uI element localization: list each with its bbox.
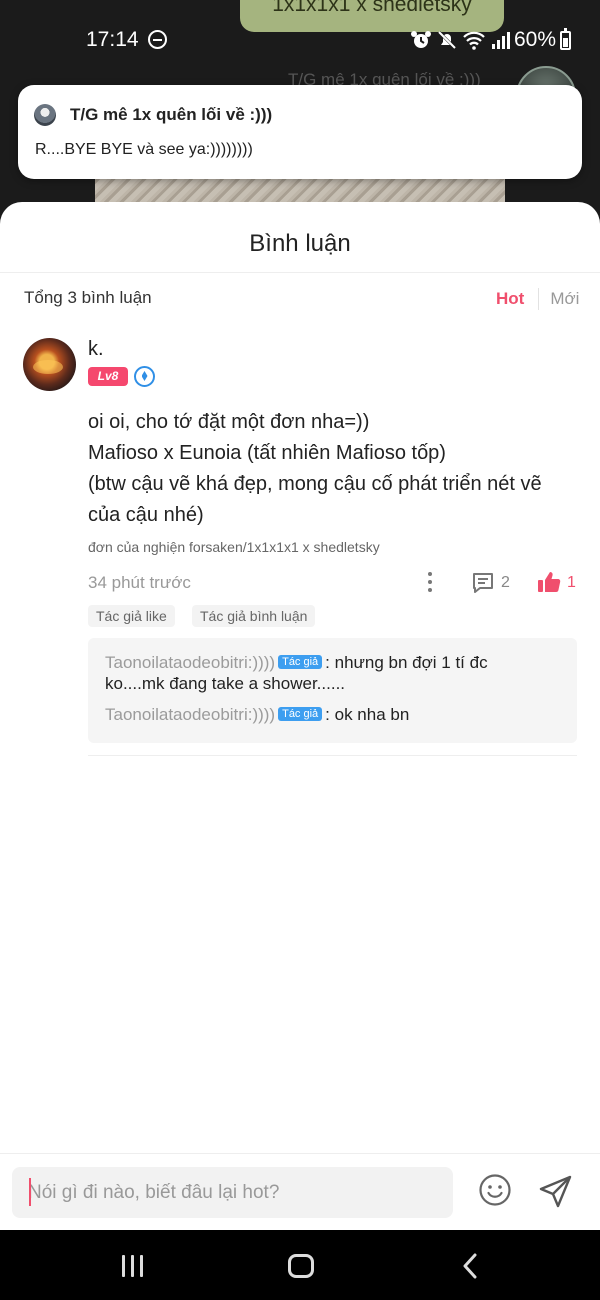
battery-percent: 60% bbox=[514, 28, 557, 51]
notification-banner[interactable]: T/G mê 1x quên lối về :))) R....BYE BYE … bbox=[18, 85, 582, 179]
status-time: 17:14 bbox=[86, 28, 139, 51]
wifi-icon bbox=[463, 31, 485, 50]
comment-line: oi oi, cho tớ đặt một đơn nha=)) bbox=[88, 411, 370, 433]
notification-body: R....BYE BYE và see ya:)))))))) bbox=[35, 141, 253, 158]
notification-title: T/G mê 1x quên lối về :))) bbox=[70, 105, 273, 124]
divider bbox=[0, 272, 600, 273]
nav-back-icon[interactable] bbox=[460, 1252, 480, 1280]
battery-icon bbox=[560, 28, 571, 50]
signal-icon bbox=[492, 32, 510, 49]
status-icons bbox=[410, 28, 512, 52]
avatar[interactable] bbox=[23, 338, 76, 391]
tag-author-liked: Tác giả like bbox=[88, 605, 175, 627]
author-badge: Tác giả bbox=[278, 655, 323, 669]
comment-total: Tổng 3 bình luận bbox=[24, 288, 152, 307]
comment-input[interactable] bbox=[12, 1167, 453, 1218]
reply-text-cont: ko....mk đang take a shower...... bbox=[105, 674, 346, 693]
sort-hot-button[interactable]: Hot bbox=[496, 289, 524, 309]
comment-line: Mafioso x Eunoia (tất nhiên Mafioso tốp) bbox=[88, 442, 446, 464]
nav-home-icon[interactable] bbox=[288, 1254, 314, 1278]
reply-username[interactable]: Taonoilataodeobitri:)))) bbox=[105, 653, 275, 672]
sheet-title: Bình luận bbox=[249, 230, 351, 257]
reply-text: : ok nha bn bbox=[325, 705, 410, 724]
reply-username[interactable]: Taonoilataodeobitri:)))) bbox=[105, 705, 275, 724]
comment-text: oi oi, cho tớ đặt một đơn nha=)) Mafioso… bbox=[88, 407, 578, 531]
system-nav-bar bbox=[0, 1230, 600, 1300]
comment-username[interactable]: k. bbox=[88, 338, 104, 361]
notification-avatar bbox=[34, 104, 56, 126]
mute-icon bbox=[437, 30, 457, 50]
divider bbox=[0, 1153, 600, 1154]
like-icon[interactable] bbox=[536, 569, 562, 595]
comments-sheet: Bình luận Tổng 3 bình luận Hot Mới k. Lv… bbox=[0, 202, 600, 1230]
divider bbox=[88, 755, 577, 756]
text-caret bbox=[29, 1178, 31, 1206]
replies-box[interactable]: Taonoilataodeobitri:)))) Tác giả: nhưng b… bbox=[88, 638, 577, 743]
sort-separator bbox=[538, 288, 540, 310]
sort-toggle: Hot Mới bbox=[496, 288, 579, 310]
more-icon[interactable] bbox=[427, 572, 433, 594]
dnd-icon bbox=[148, 30, 167, 49]
reply-item[interactable]: Taonoilataodeobitri:)))) Tác giả: nhưng b… bbox=[105, 652, 560, 694]
nav-recents-icon[interactable] bbox=[122, 1255, 143, 1277]
like-count: 1 bbox=[567, 574, 576, 591]
reply-text: : nhưng bn đợi 1 tí đc bbox=[325, 653, 488, 672]
sort-new-button[interactable]: Mới bbox=[550, 289, 579, 309]
reply-count: 2 bbox=[501, 574, 510, 591]
author-badge: Tác giả bbox=[278, 707, 323, 721]
comment-line: của cậu nhé) bbox=[88, 504, 204, 526]
comment-reference: đơn của nghiện forsaken/1x1x1x1 x shedle… bbox=[88, 539, 380, 555]
send-icon[interactable] bbox=[538, 1173, 574, 1209]
level-badge: Lv8 bbox=[88, 367, 128, 386]
comment-line: (btw cậu vẽ khá đẹp, mong cậu cố phát tr… bbox=[88, 473, 542, 495]
tag-author-replied: Tác giả bình luận bbox=[192, 605, 316, 627]
comment-time: 34 phút trước bbox=[88, 573, 191, 592]
reply-item[interactable]: Taonoilataodeobitri:)))) Tác giả: ok nha … bbox=[105, 704, 560, 725]
emoji-icon[interactable] bbox=[478, 1173, 512, 1207]
alarm-icon bbox=[411, 31, 431, 48]
reply-icon[interactable] bbox=[471, 571, 495, 595]
status-bar: 17:14 60% bbox=[0, 24, 600, 56]
verified-icon bbox=[134, 366, 155, 387]
